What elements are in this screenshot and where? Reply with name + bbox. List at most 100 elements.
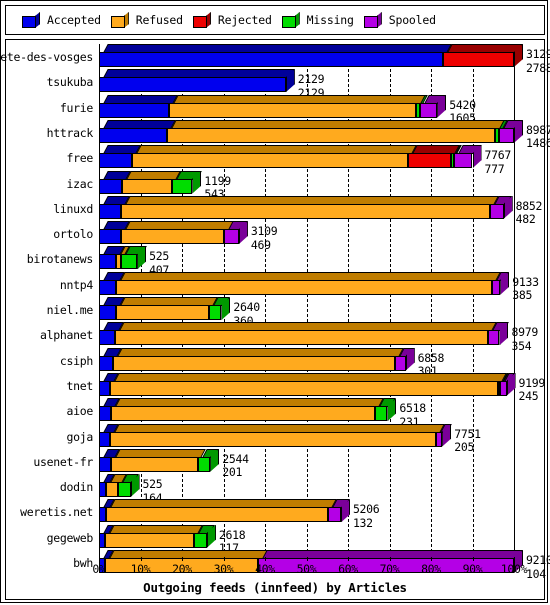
x-tick-label: 100% <box>500 562 528 576</box>
bar-row: nntp4 9133 385 <box>60 271 539 301</box>
bar-segment-accepted <box>99 406 112 422</box>
bar-segment-accepted <box>99 153 133 169</box>
x-axis: 0% 10% 20% 30% 40% 50% 60% 70% 80% 90% 100% <box>92 557 528 577</box>
bar-value-accepted: 2788 <box>526 60 550 75</box>
bar-value-labels: 8852 482 <box>516 200 543 226</box>
bar-segment-missing <box>194 532 207 548</box>
y-axis-label-aioe: aioe <box>66 404 94 419</box>
cube-icon <box>281 12 300 28</box>
bar-segment-missing <box>171 178 193 194</box>
bar-segment-accepted <box>99 178 122 194</box>
bar-segment-refused <box>111 406 375 422</box>
bar-segment-accepted <box>99 127 167 143</box>
bar-segment-spooled <box>394 355 406 371</box>
chart-legend: Accepted Refused Rejected Missing Spooled <box>5 5 545 35</box>
bar-segment-spooled <box>499 127 514 143</box>
bar-row: dodin 525 164 <box>60 474 514 503</box>
bar-row: birotanews 525 407 <box>27 246 514 275</box>
bar-value-total: 8987 <box>526 122 550 137</box>
y-axis-label-csiph: csiph <box>59 353 93 368</box>
bar-segment-accepted <box>99 380 111 396</box>
bar-segment-refused <box>115 305 209 320</box>
legend-item-refused: Refused <box>110 12 183 28</box>
bar-segment-refused <box>109 431 436 447</box>
bar-segment-accepted <box>99 456 112 472</box>
bar-segment-rejected <box>443 52 514 67</box>
y-axis-label-goja: goja <box>66 429 94 444</box>
bar-segment-refused <box>105 507 328 523</box>
bar-value-total: 2618 <box>218 527 246 542</box>
bar-row: gegeweb 2618 117 <box>47 524 514 554</box>
bar-segment-missing <box>118 482 131 498</box>
y-axis-label-alphanet: alphanet <box>40 328 93 343</box>
bar-value-total: 9210 <box>526 553 550 567</box>
bar-row: weretis.net 5206 132 <box>20 499 514 528</box>
x-tick-label: 40% <box>255 562 275 576</box>
legend-label: Spooled <box>388 13 436 27</box>
y-axis-label-dodin: dodin <box>59 480 93 495</box>
y-axis-label-nntp4: nntp4 <box>59 277 93 292</box>
x-tick-mark <box>348 557 349 561</box>
bar-segment-refused <box>111 456 198 472</box>
bar-segment-rejected <box>408 153 452 169</box>
bar-segment-accepted <box>99 52 444 67</box>
bar-segment-accepted <box>99 305 116 320</box>
cube-icon <box>363 12 382 28</box>
bar-segment-spooled <box>500 380 507 396</box>
x-tick-label: 10% <box>130 562 151 576</box>
bar-value-accepted: 354 <box>511 338 532 353</box>
legend-item-rejected: Rejected <box>192 12 272 28</box>
x-tick-mark <box>389 557 391 561</box>
x-tick-mark <box>99 557 100 561</box>
bar-segment-refused <box>166 127 496 143</box>
bar-row: goja 7751 205 <box>67 423 514 453</box>
y-axis-label-linuxd: linuxd <box>53 201 93 216</box>
y-axis-label-ortolo: ortolo <box>53 227 93 242</box>
x-tick-mark <box>306 557 308 561</box>
bar-segment-accepted <box>99 355 113 371</box>
y-axis-label-weretis.net: weretis.net <box>20 505 93 520</box>
bar-value-total: 525 <box>149 249 170 264</box>
bar-value-labels: 3129 2788 <box>526 47 550 75</box>
bar-value-total: 5420 <box>449 97 476 112</box>
bar-segment-spooled <box>224 229 239 245</box>
bar-segment-missing <box>208 305 222 320</box>
bar-segment-spooled <box>327 507 341 523</box>
x-tick-label: 80% <box>421 562 441 576</box>
legend-label: Refused <box>135 13 183 27</box>
bar-value-total: 2640 <box>233 300 260 314</box>
y-axis-label-bwh: bwh <box>73 556 93 570</box>
y-axis-label-free: free <box>66 151 94 166</box>
y-axis-label-gegeweb: gegeweb <box>46 530 94 545</box>
bar-row: free 7767 777 <box>67 145 514 174</box>
bar-segment-refused <box>115 330 488 346</box>
x-tick-label: 20% <box>172 562 192 576</box>
bar-row: aioe 6518 231 <box>67 398 514 427</box>
x-tick-mark <box>223 557 225 561</box>
legend-label: Accepted <box>47 13 101 27</box>
bar-value-total: 3129 <box>526 47 550 61</box>
bar-row: httrack 8987 1486 <box>47 119 550 149</box>
cube-icon <box>22 12 40 28</box>
x-tick-mark <box>265 557 266 561</box>
bar-value-total: 9199 <box>518 375 546 390</box>
bar-value-labels: 9210 104 <box>526 553 550 580</box>
bar-segment-refused <box>120 229 225 245</box>
bar-segment-accepted <box>99 507 106 523</box>
y-axis-label-tsukuba: tsukuba <box>46 75 94 90</box>
bar-segment-missing <box>197 456 211 472</box>
bar-segment-spooled <box>435 431 443 447</box>
bar-segment-refused <box>116 279 492 295</box>
bar-value-total: 6518 <box>399 401 426 416</box>
y-axis-label-tnet: tnet <box>66 378 94 393</box>
bar-segment-accepted <box>99 254 116 270</box>
x-tick-mark <box>140 557 142 561</box>
x-tick-label: 0% <box>92 562 106 576</box>
cube-icon <box>110 12 129 28</box>
bar-segment-refused <box>132 153 409 169</box>
chart-frame: Accepted Refused Rejected Missing Spooled be… <box>0 0 550 603</box>
plot-grid: bete-des-vosges 3129 2788 tsukuba 2129 2129 fu… <box>0 44 550 579</box>
bar-segment-accepted <box>99 330 116 346</box>
legend-label: Rejected <box>217 13 272 27</box>
bar-value-total: 7767 <box>484 148 512 163</box>
